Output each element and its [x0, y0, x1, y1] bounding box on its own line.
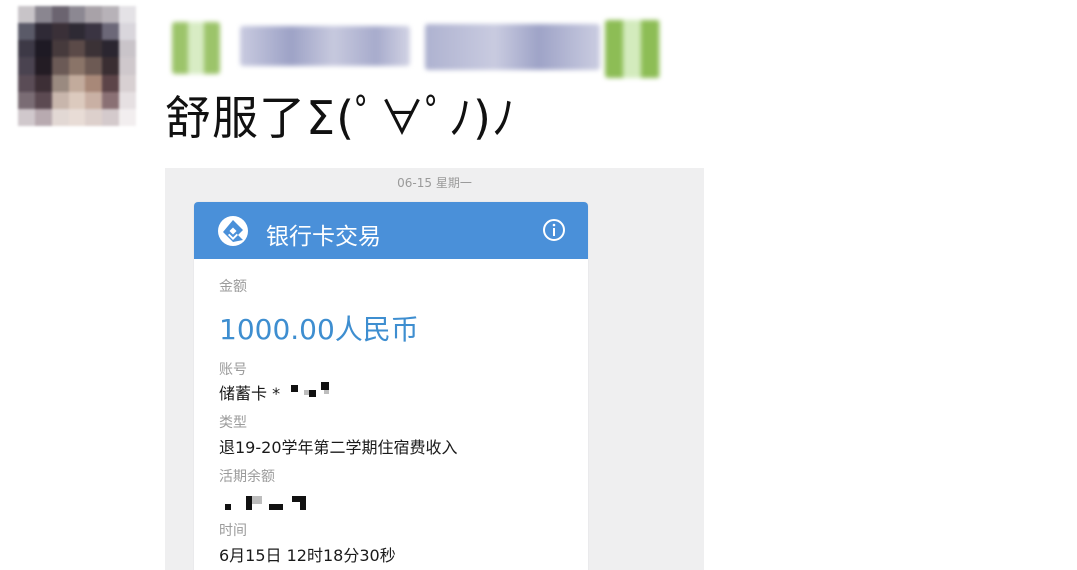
screenshot-panel[interactable]: 06-15 星期一 银行卡交易 金额 1000.00人民币 账号 储蓄卡 * 类… [165, 168, 704, 570]
type-value: 退19-20学年第二学期住宿费收入 [219, 438, 458, 457]
blurred-badge-right [605, 20, 660, 78]
post-text: 舒服了Σ(ﾟ∀ﾟﾉ)ﾉ [165, 91, 516, 145]
account-value: 储蓄卡 * [219, 380, 280, 404]
info-icon[interactable] [542, 218, 566, 242]
type-label: 类型 [219, 415, 247, 431]
bank-logo-icon [218, 216, 248, 246]
time-value: 6月15日 12时18分30秒 [219, 546, 396, 565]
transaction-card[interactable]: 银行卡交易 金额 1000.00人民币 账号 储蓄卡 * 类型 退19-20学年… [194, 202, 588, 570]
balance-label: 活期余额 [219, 469, 275, 485]
amount-value: 1000.00人民币 [219, 313, 419, 346]
avatar[interactable] [18, 6, 136, 126]
time-label: 时间 [219, 523, 247, 539]
account-label: 账号 [219, 362, 247, 378]
blurred-username[interactable] [240, 26, 410, 66]
blurred-badge-left [172, 22, 220, 74]
card-title: 银行卡交易 [266, 224, 381, 250]
blurred-user-tag [425, 24, 600, 70]
card-header: 银行卡交易 [194, 202, 588, 259]
message-date: 06-15 星期一 [397, 176, 472, 190]
amount-label: 金额 [219, 279, 247, 295]
account-prefix: 储蓄卡 * [219, 384, 281, 403]
